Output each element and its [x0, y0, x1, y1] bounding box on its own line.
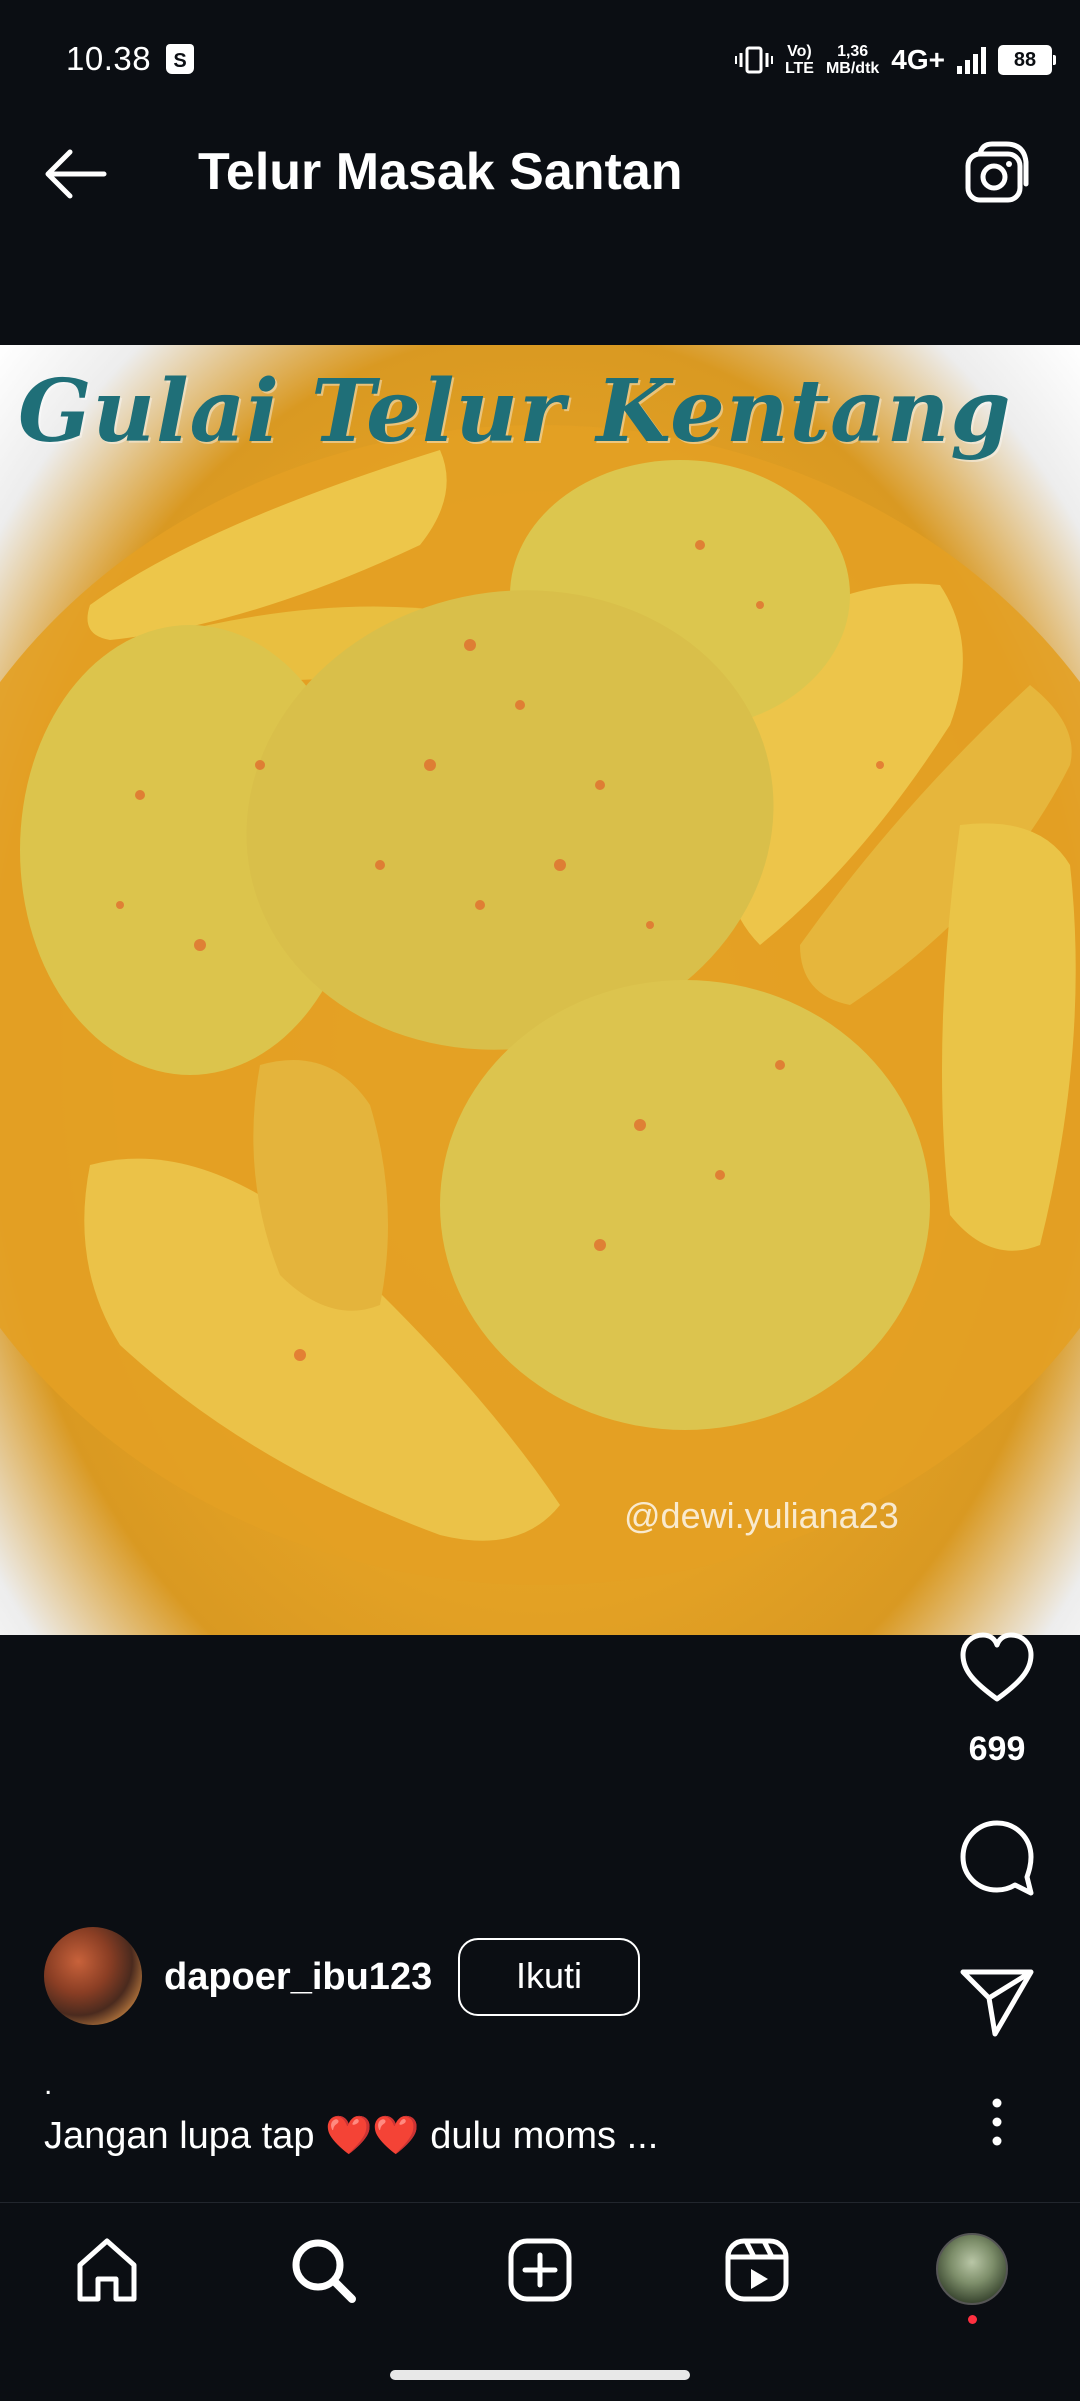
home-icon	[77, 2238, 137, 2302]
battery-icon: 88	[998, 45, 1056, 75]
volte-indicator: Vo) LTE	[784, 43, 814, 77]
nav-create[interactable]	[503, 2233, 577, 2307]
network-speed: 1,36 MB/dtk	[825, 43, 880, 77]
image-overlay-caption: Gulai Telur Kentang	[18, 361, 1012, 462]
reels-icon	[725, 2238, 789, 2302]
arrow-left-icon	[45, 149, 107, 199]
like-button[interactable]	[955, 1627, 1039, 1711]
heart-icon	[960, 1632, 1034, 1702]
follow-button[interactable]: Ikuti	[458, 1938, 640, 2016]
camera-icon	[965, 141, 1029, 203]
plus-square-icon	[508, 2238, 572, 2302]
search-icon	[292, 2239, 356, 2303]
nav-search[interactable]	[286, 2233, 360, 2307]
more-vertical-icon	[992, 2098, 1002, 2146]
back-button[interactable]	[36, 134, 116, 214]
comment-button[interactable]	[955, 1815, 1039, 1899]
post-image[interactable]: Gulai Telur Kentang @dewi.yuliana23	[0, 345, 1080, 1635]
nav-home[interactable]	[70, 2233, 144, 2307]
home-indicator[interactable]	[390, 2370, 690, 2380]
caption-prefix: .	[44, 2068, 53, 2101]
vibrate-icon	[734, 46, 773, 74]
top-app-bar: Telur Masak Santan	[0, 92, 1080, 252]
notification-dot	[968, 2315, 977, 2324]
signal-icon	[957, 46, 986, 74]
post-caption[interactable]: Jangan lupa tap ❤️❤️ dulu moms ...	[44, 2114, 658, 2158]
camera-button[interactable]	[962, 138, 1034, 210]
page-title: Telur Masak Santan	[198, 143, 683, 201]
status-indicators: Vo) LTE 1,36 MB/dtk 4G+ 88	[734, 34, 1056, 86]
shop-notification-icon: S	[166, 44, 194, 74]
like-count[interactable]: 699	[940, 1730, 1054, 1769]
image-watermark: @dewi.yuliana23	[624, 1495, 899, 1536]
nav-profile-avatar[interactable]	[936, 2233, 1008, 2305]
share-button[interactable]	[955, 1958, 1039, 2042]
send-icon	[960, 1969, 1034, 2037]
status-time: 10.38	[66, 40, 152, 77]
author-username[interactable]: dapoer_ibu123	[164, 1956, 432, 1999]
author-avatar[interactable]	[44, 1927, 142, 2025]
status-bar: 10.38 S Vo) LTE 1,36 MB/dtk 4G+ 88	[0, 0, 1080, 92]
food-photo	[0, 425, 1080, 1585]
more-options-button[interactable]	[975, 2095, 1019, 2149]
nav-reels[interactable]	[720, 2233, 794, 2307]
comment-icon	[960, 1820, 1034, 1896]
network-type: 4G+	[891, 44, 945, 75]
